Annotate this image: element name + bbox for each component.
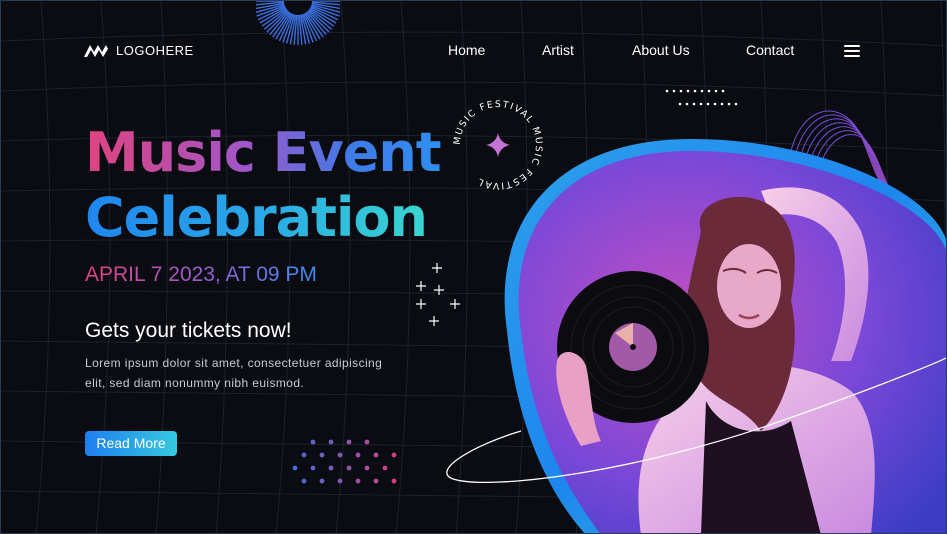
event-date: APRIL 7 2023, AT 09 PM [85,263,317,286]
hero-description: Lorem ipsum dolor sit amet, consectetuer… [85,356,383,390]
main-nav: Home Artist About Us Contact [1,42,946,62]
music-festival-badge: MUSIC FESTIVAL MUSIC FESTIVAL [452,99,543,191]
hero-title-line1: Music Event [85,119,442,187]
tagline: Gets your tickets now! [85,319,292,342]
read-more-button[interactable]: Read More [85,431,177,456]
hamburger-menu-icon[interactable] [844,45,860,57]
nav-about-us[interactable]: About Us [632,42,690,58]
nav-contact[interactable]: Contact [746,42,794,58]
plus-marks [416,263,460,326]
dot-pattern-bottom [292,439,397,484]
nav-artist[interactable]: Artist [542,42,574,58]
sparkle-icon [486,133,510,157]
nav-home[interactable]: Home [448,42,485,58]
hero-title-line2: Celebration [85,184,428,252]
landing-page: LOGOHERE Home Artist About Us Contact MU… [0,0,947,534]
dot-pattern-top [665,89,738,106]
